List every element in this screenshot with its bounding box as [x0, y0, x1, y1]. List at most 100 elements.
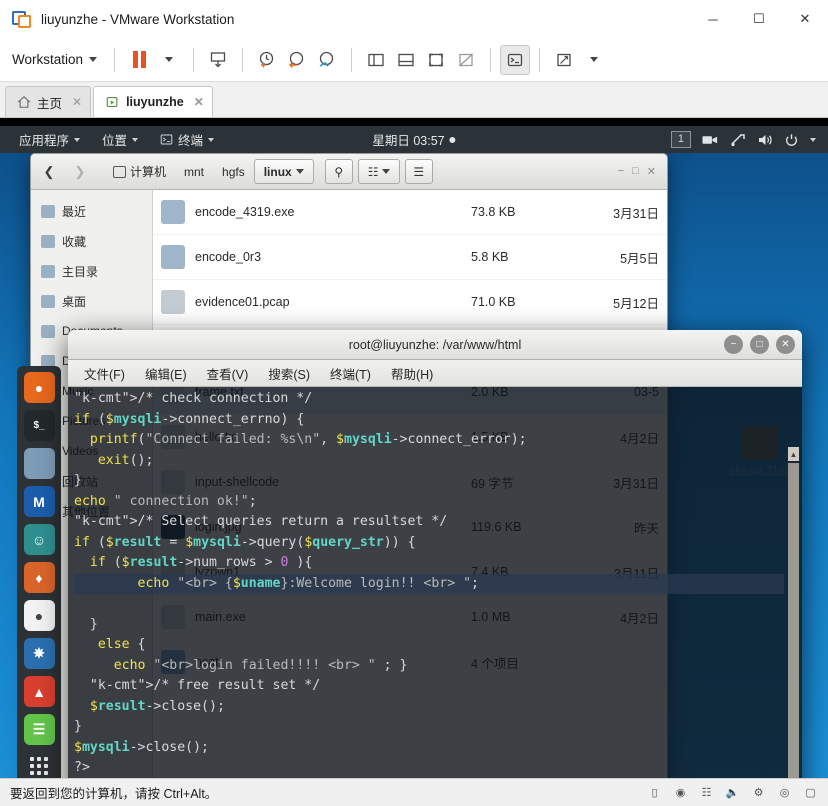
- breadcrumb-linux-label: linux: [263, 164, 292, 179]
- revert-snapshot-icon[interactable]: [282, 45, 312, 75]
- snapshot-manager-icon[interactable]: [203, 45, 233, 75]
- fm-maximize-button[interactable]: □: [632, 165, 639, 178]
- fm-minimize-button[interactable]: −: [618, 165, 624, 178]
- terminal-minimize-button[interactable]: −: [724, 335, 743, 354]
- show-applications-grid-icon[interactable]: [30, 757, 48, 775]
- show-bottom-pane-icon[interactable]: [391, 45, 421, 75]
- chevron-down-icon: [208, 137, 215, 142]
- vim-editor-content[interactable]: "k-cmt">/* check connection */ if ($mysq…: [74, 389, 784, 778]
- tab-home[interactable]: 主页 ✕: [5, 86, 92, 117]
- dock-item-mcafee[interactable]: M: [23, 486, 55, 517]
- table-row[interactable]: encode_4319.exe 73.8 KB 3月31日: [153, 190, 667, 235]
- sidebar-item-starred[interactable]: 收藏: [31, 226, 152, 256]
- tab-liuyunzhe[interactable]: liuyunzhe ✕: [93, 86, 213, 117]
- toolbar-divider: [490, 47, 492, 72]
- pause-icon[interactable]: [124, 45, 154, 75]
- network-icon[interactable]: ☷: [699, 785, 714, 800]
- status-device-icons: ▯ ◉ ☷ 🔈 ⚙ ◎ ▢: [647, 785, 818, 800]
- menu-edit[interactable]: 编辑(E): [135, 360, 197, 387]
- sidebar-label: 最近: [62, 204, 87, 219]
- nav-forward-button[interactable]: ❯: [67, 160, 93, 184]
- vmware-workstation-window: liuyunzhe - VMware Workstation ─ ☐ ✕ Wor…: [0, 0, 828, 806]
- workspace-indicator[interactable]: 1: [670, 131, 691, 148]
- dock-item-wireshark[interactable]: ✵: [23, 638, 55, 669]
- menu-applications[interactable]: 应用程序: [8, 126, 91, 153]
- terminal-close-button[interactable]: ✕: [776, 335, 795, 354]
- window-title: liuyunzhe - VMware Workstation: [41, 11, 235, 27]
- dock-item-text-editor[interactable]: ☰: [23, 714, 55, 745]
- vm-play-icon: [106, 97, 118, 107]
- sound-icon[interactable]: 🔈: [725, 785, 740, 800]
- show-sidebar-icon[interactable]: [361, 45, 391, 75]
- fm-close-button[interactable]: ✕: [647, 165, 656, 178]
- tab-home-close-icon[interactable]: ✕: [72, 95, 82, 109]
- breadcrumb-mnt[interactable]: mnt: [175, 159, 213, 184]
- minimize-button[interactable]: ─: [690, 0, 736, 38]
- terminal-window-controls: − □ ✕: [724, 335, 795, 354]
- menu-places[interactable]: 位置: [91, 126, 149, 153]
- menu-terminal[interactable]: 终端(T): [320, 360, 381, 387]
- sidebar-label: 主目录: [62, 264, 99, 279]
- screencast-icon[interactable]: [702, 133, 719, 147]
- breadcrumb-computer-label: 计算机: [130, 165, 167, 179]
- file-icon: [161, 200, 185, 224]
- table-row[interactable]: encode_0r3 5.8 KB 5月5日: [153, 235, 667, 280]
- menu-search[interactable]: 搜索(S): [258, 360, 320, 387]
- toolbar-divider: [351, 47, 353, 72]
- stretch-dropdown-icon[interactable]: [579, 45, 609, 75]
- home-icon: [41, 264, 55, 278]
- printer-icon[interactable]: ◎: [777, 785, 792, 800]
- nav-back-button[interactable]: ❮: [36, 160, 62, 184]
- menu-caret-icon[interactable]: [810, 137, 816, 142]
- breadcrumb-hgfs[interactable]: hgfs: [213, 159, 254, 184]
- usb-icon[interactable]: ⚙: [751, 785, 766, 800]
- fullscreen-icon[interactable]: [421, 45, 451, 75]
- dock-item-burp-suite[interactable]: ▲: [23, 676, 55, 707]
- dock-item-avatar-app[interactable]: ☺: [23, 524, 55, 555]
- scroll-up-icon[interactable]: ▲: [788, 447, 799, 461]
- menu-view[interactable]: 查看(V): [197, 360, 259, 387]
- breadcrumb-computer[interactable]: 计算机: [104, 159, 175, 184]
- console-view-icon[interactable]: [500, 44, 531, 75]
- sidebar-item-recent[interactable]: 最近: [31, 196, 152, 226]
- clock-label: 星期日 03:57: [372, 134, 445, 148]
- manage-snapshots-icon[interactable]: [312, 45, 342, 75]
- take-snapshot-icon[interactable]: [252, 45, 282, 75]
- display-icon[interactable]: ▢: [803, 785, 818, 800]
- cd-dvd-icon[interactable]: ◉: [673, 785, 688, 800]
- maximize-button[interactable]: ☐: [736, 0, 782, 38]
- tab-liuyunzhe-close-icon[interactable]: ✕: [194, 95, 204, 109]
- close-button[interactable]: ✕: [782, 0, 828, 38]
- workstation-menu-button[interactable]: Workstation: [12, 52, 105, 67]
- terminal-body[interactable]: "k-cmt">/* check connection */ if ($mysq…: [68, 387, 802, 778]
- dock-item-firefox[interactable]: ●: [23, 372, 55, 403]
- sidebar-item-home[interactable]: 主目录: [31, 256, 152, 286]
- hamburger-menu-icon[interactable]: ☰: [404, 159, 433, 184]
- dock-item-color-tool[interactable]: ●: [23, 600, 55, 631]
- pause-dropdown-icon[interactable]: [154, 45, 184, 75]
- vmware-status-bar: 要返回到您的计算机，请按 Ctrl+Alt。 ▯ ◉ ☷ 🔈 ⚙ ◎ ▢: [0, 778, 828, 806]
- sidebar-item-desktop[interactable]: 桌面: [31, 286, 152, 316]
- panel-clock[interactable]: 星期日 03:57: [372, 130, 456, 149]
- dock-item-gimp[interactable]: ♦: [23, 562, 55, 593]
- terminal-maximize-button[interactable]: □: [750, 335, 769, 354]
- breadcrumb: 计算机 mnt hgfs linux: [104, 159, 314, 184]
- breadcrumb-linux[interactable]: linux: [253, 159, 314, 184]
- network-wired-icon[interactable]: [730, 133, 746, 147]
- table-row[interactable]: evidence01.pcap 71.0 KB 5月12日: [153, 280, 667, 325]
- scrollbar-thumb[interactable]: [788, 463, 799, 778]
- dock-item-terminal[interactable]: $_: [23, 410, 55, 441]
- power-icon[interactable]: [784, 133, 799, 147]
- unity-mode-icon[interactable]: [451, 45, 481, 75]
- view-grid-icon[interactable]: ☷: [357, 159, 400, 184]
- dock-item-files[interactable]: [23, 448, 55, 479]
- vm-guest-screen[interactable]: 应用程序 位置 终端 星期日 03:57 1 ● $_ M ☺ ♦ ● ✵ ▲ …: [0, 118, 828, 778]
- search-icon[interactable]: ⚲: [324, 159, 353, 184]
- menu-file[interactable]: 文件(F): [74, 360, 135, 387]
- menu-help[interactable]: 帮助(H): [381, 360, 443, 387]
- menu-terminal[interactable]: 终端: [149, 126, 225, 153]
- terminal-scrollbar[interactable]: ▲ ▼: [787, 447, 800, 778]
- hard-disk-icon[interactable]: ▯: [647, 785, 662, 800]
- stretch-icon[interactable]: [549, 45, 579, 75]
- volume-icon[interactable]: [757, 133, 773, 147]
